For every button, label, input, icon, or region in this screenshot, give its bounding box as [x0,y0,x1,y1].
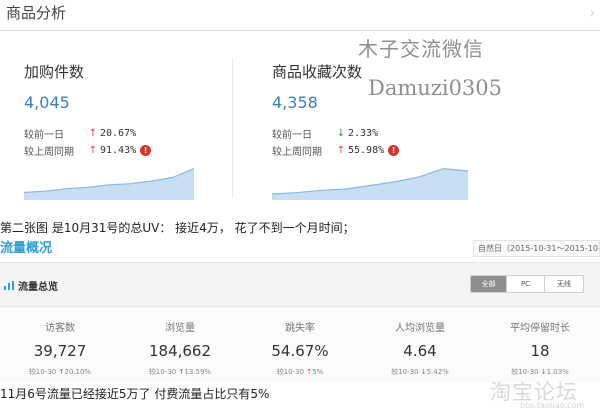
day-compare-row: 较前一日 ↑ 20.67% [24,126,136,141]
alert-icon[interactable]: ! [140,145,152,156]
section-title: 流量概况 [0,241,53,256]
metric-label: 访客数 [45,323,75,334]
card-value: 4,045 [24,93,70,112]
metric-value: 4.64 [403,342,437,360]
bar-chart-icon [4,281,14,290]
panel-title: 流量总览 [4,278,58,293]
panel-title-label: 流量总览 [18,282,58,293]
sparkline-chart [272,167,468,200]
metric-compare-prefix: 较10-30 [391,368,419,376]
page-header: 商品分析 › [0,0,600,30]
metric-compare: 较10-30 ↑13.59% [120,367,240,377]
metric-compare-prefix: 较10-30 [511,368,539,376]
arrow-down-icon: ↓ [336,128,346,139]
metric-visitors[interactable]: 访客数 39,727 较10-30 ↑20.10% [0,319,120,377]
card-value: 4,358 [272,93,318,112]
page-title: 商品分析 [6,4,67,22]
metric-pages-per-visitor[interactable]: 人均浏览量 4.64 较10-30 ↓5.42% [360,319,480,377]
week-compare-pct: 55.98% [348,145,385,156]
day-compare-label: 较前一日 [272,130,312,141]
day-compare-pct: 2.33% [348,128,379,139]
metric-card-add-to-cart[interactable]: 加购件数 4,045 较前一日 ↑ 20.67% 较上周同期 ↑ 91.43% … [0,31,235,201]
metric-label: 人均浏览量 [395,323,445,334]
arrow-up-icon: ↑ [88,128,98,139]
date-range-picker[interactable]: 自然日（2015-10-31～2015-10-31） [473,240,600,257]
metric-label: 跳失率 [285,323,315,334]
watermark-id: Damuzi0305 [368,76,503,100]
day-compare-label: 较前一日 [24,130,64,141]
caption-text: 11月6号流量已经接近5万了 付费流量占比只有5% [0,387,270,401]
card-title: 商品收藏次数 [272,63,363,81]
day-compare-row: 较前一日 ↓ 2.33% [272,126,378,141]
watermark-text: 木子交流微信 [358,37,484,61]
traffic-overview-panel: 流量总览 全部 PC 无线 访客数 39,727 较10-30 ↑20.10% … [0,262,600,382]
top-right-mark: › [590,6,595,20]
week-compare-label: 较上周同期 [24,147,74,158]
metric-compare-pct: 13.59% [184,368,212,376]
arrow-up-icon: ↑ [336,145,346,156]
metric-pageviews[interactable]: 浏览量 184,662 较10-30 ↑13.59% [120,319,240,377]
metric-compare-prefix: 较10-30 [148,368,177,376]
metric-compare: 较10-30 ↓5.42% [360,367,480,377]
week-compare-pct: 91.43% [100,145,137,156]
metric-label: 浏览量 [165,323,195,334]
week-compare-label: 较上周同期 [272,147,322,158]
alert-icon[interactable]: ! [388,145,400,156]
device-segment-control: 全部 PC 无线 [470,275,584,293]
metric-compare-prefix: 较10-30 [28,368,57,376]
metric-avg-stay-time[interactable]: 平均停留时长 18 较10-30 ↓1.03% [480,319,600,377]
metric-label: 平均停留时长 [510,323,570,334]
caption-text: 第二张图 是10月31号的总UV： 接近4万， 花了不到一个月时间； [0,221,355,235]
metric-bounce-rate[interactable]: 跳失率 54.67% 较10-30 ↑5% [240,319,360,377]
metric-compare-pct: 5.42% [426,368,449,376]
metric-compare: 较10-30 ↑5% [240,367,360,377]
week-compare-row: 较上周同期 ↑ 91.43% ! [24,143,152,158]
sparkline-area [272,168,468,200]
sparkline-chart [24,168,194,200]
panel-header: 流量总览 全部 PC 无线 [0,263,600,307]
segment-pc-button[interactable]: PC [507,276,545,292]
card-title: 加购件数 [24,63,85,81]
metric-value: 18 [530,342,550,360]
metric-compare-pct: 1.03% [546,368,569,376]
metric-compare-prefix: 较10-30 [276,368,305,376]
segment-mobile-button[interactable]: 无线 [545,276,583,292]
day-compare-pct: 20.67% [100,128,137,139]
metric-compare-pct: 5% [312,368,324,376]
week-compare-row: 较上周同期 ↑ 55.98% ! [272,143,400,158]
metric-value: 184,662 [148,342,212,360]
metric-value: 39,727 [33,342,87,360]
metric-compare: 较10-30 ↑20.10% [0,367,120,377]
arrow-up-icon: ↑ [88,145,98,156]
forum-url-watermark: bbs.taobao.com [520,401,585,410]
metric-compare-pct: 20.10% [64,368,92,376]
metric-value: 54.67% [271,342,329,360]
segment-all-button[interactable]: 全部 [471,276,507,292]
